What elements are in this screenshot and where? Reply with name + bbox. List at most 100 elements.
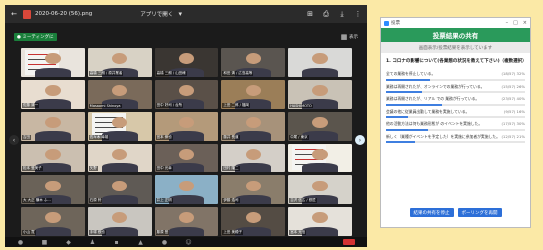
- previous-page-icon[interactable]: ‹: [9, 135, 19, 145]
- security-icon[interactable]: ◆: [65, 239, 72, 246]
- participant-tile[interactable]: [288, 143, 352, 173]
- meeting-info-bar: ● ミーティングに ▦ 表示: [14, 32, 358, 42]
- participant-name: 和田 清 / 広島高等: [222, 70, 254, 76]
- participant-tile[interactable]: 田中 好司 / 台所: [154, 79, 219, 109]
- participant-tile[interactable]: 宮本 伸也: [154, 111, 219, 141]
- minimize-icon[interactable]: –: [506, 20, 509, 26]
- participant-video: [112, 85, 128, 96]
- back-arrow-icon[interactable]: ←: [9, 9, 19, 19]
- participant-tile[interactable]: 大 大正 横木 ふ...: [21, 175, 85, 205]
- participant-video: [245, 116, 261, 128]
- participant-tile[interactable]: 佐々木 幸雄: [87, 111, 152, 141]
- participant-tile[interactable]: 小山 寛: [21, 207, 85, 236]
- participant-video: [112, 53, 128, 65]
- video-icon[interactable]: ■: [41, 239, 48, 246]
- participant-tile[interactable]: 吉田: [21, 111, 85, 141]
- participant-tile[interactable]: 藤原 登: [154, 207, 219, 236]
- participant-tile[interactable]: 中尾 / 東京: [288, 111, 352, 141]
- open-with-app-button[interactable]: アプリで開く ▾: [140, 9, 185, 19]
- view-label[interactable]: 表示: [349, 34, 358, 40]
- meeting-status-pill[interactable]: ● ミーティングに: [14, 33, 57, 41]
- poll-option-percent: (12/57) 21%: [501, 133, 525, 139]
- poll-option-percent: (9/57) 16%: [503, 108, 525, 114]
- poll-option-label: 業務は再開されたが、オンラインでの業務が行っている。: [386, 83, 485, 89]
- poll-titlebar: 投票 – □ ×: [381, 18, 530, 28]
- participant-name: 田中 好司 / 台所: [155, 102, 184, 108]
- participant-tile[interactable]: 高橋 三朗 / 山田様: [154, 48, 219, 77]
- add-comment-icon[interactable]: ⊞: [305, 9, 315, 19]
- poll-option-bar: [386, 141, 525, 144]
- participant-video: [35, 99, 71, 109]
- participant-tile[interactable]: HASHIMOTO: [288, 79, 352, 109]
- close-icon[interactable]: ×: [523, 20, 527, 26]
- participant-tile[interactable]: [21, 48, 85, 77]
- participant-name: 吉沢 信広 / 鉄匠: [289, 198, 317, 204]
- record-icon[interactable]: ●: [161, 239, 168, 246]
- poll-actions: 結果の共有を停止 ポーリングを再開: [381, 208, 530, 217]
- viewer-toolbar: ← 2020-06-20 (56).png アプリで開く ▾ ⊞ ⎙ ⤓ ⋮: [5, 5, 367, 23]
- participant-name: 宮本 伸也: [155, 134, 173, 140]
- download-icon[interactable]: ⤓: [337, 9, 347, 19]
- poll-option: 会議の他に従業員出勤して業務を実施している。 (9/57) 16%: [381, 106, 530, 119]
- participant-video: [45, 85, 61, 96]
- participant-video: [45, 180, 61, 192]
- meeting-controls: ● ■ ◆ ♟ ▪ ▲ ● ☺: [5, 237, 367, 247]
- participant-tile[interactable]: 手塚 鉄也: [87, 207, 152, 236]
- print-icon[interactable]: ⎙: [321, 9, 331, 19]
- poll-option-percent: (15/57) 26%: [501, 83, 525, 89]
- end-meeting-button[interactable]: [343, 239, 355, 245]
- participant-tile[interactable]: 上田 二郎 / 福岡: [221, 79, 286, 109]
- participant-name: 高橋 三朗 / 原井業者: [88, 70, 124, 76]
- participant-video: [312, 85, 328, 96]
- repoll-button[interactable]: ポーリングを再開: [457, 208, 502, 217]
- participant-name: 田中 光幸: [155, 166, 173, 172]
- stop-sharing-results-button[interactable]: 結果の共有を停止: [409, 208, 454, 217]
- participant-tile[interactable]: 伊藤 浩司: [221, 175, 286, 205]
- participant-video: [245, 148, 261, 160]
- zoom-logo-icon: [384, 20, 389, 26]
- participant-tile[interactable]: Masaomi Shinoya: [87, 79, 152, 109]
- next-page-icon[interactable]: ›: [355, 135, 365, 145]
- image-file-icon: [23, 9, 31, 19]
- participant-video: [178, 212, 195, 224]
- participant-video: [168, 163, 205, 173]
- grid-view-icon[interactable]: ▦: [339, 32, 349, 42]
- participant-tile[interactable]: 矢野: [87, 143, 152, 173]
- poll-option-percent: (18/57) 32%: [501, 71, 525, 77]
- participant-tile[interactable]: 和田 清 / 広島高等: [221, 48, 286, 77]
- participant-tile[interactable]: 石原 鈴: [87, 175, 152, 205]
- participant-tile[interactable]: 吉沢 信広 / 鉄匠: [288, 175, 352, 205]
- participant-tile[interactable]: [288, 48, 352, 77]
- participant-tile[interactable]: 田村 隆二: [221, 143, 286, 173]
- participants-icon[interactable]: ♟: [89, 239, 96, 246]
- participant-name: 佐々木 幸雄: [88, 134, 110, 140]
- maximize-icon[interactable]: □: [513, 20, 518, 26]
- participant-tile[interactable]: 高橋 三朗 / 原井業者: [87, 48, 152, 77]
- participant-tile[interactable]: 松本 登美子: [21, 143, 85, 173]
- more-options-icon[interactable]: ⋮: [353, 9, 363, 19]
- participant-tile[interactable]: 藤井 長道: [221, 111, 286, 141]
- chat-icon[interactable]: ▪: [113, 239, 120, 246]
- participant-video: [112, 180, 128, 192]
- participant-tile[interactable]: 佐藤 清一: [21, 79, 85, 109]
- participant-name: 井上 正明: [155, 198, 173, 204]
- poll-option-label: 会議の他に従業員出勤して業務を実施している。: [386, 108, 470, 114]
- participant-tile[interactable]: 宮本 光信: [288, 207, 352, 236]
- participant-video: [245, 53, 261, 65]
- participant-tile[interactable]: 田中 光幸: [154, 143, 219, 173]
- microphone-icon[interactable]: ●: [17, 239, 24, 246]
- share-screen-icon[interactable]: ▲: [137, 239, 144, 246]
- participant-video: [245, 212, 261, 224]
- participant-tile[interactable]: 上田 美穂子: [221, 207, 286, 236]
- participant-video: [45, 116, 61, 128]
- participant-name: 小山 寛: [22, 230, 36, 235]
- participant-name: HASHIMOTO: [289, 103, 313, 108]
- reactions-icon[interactable]: ☺: [185, 239, 192, 246]
- participant-video: [178, 85, 195, 96]
- poll-option-percent: (17/57) 30%: [501, 121, 525, 127]
- participant-video: [178, 148, 195, 160]
- open-app-label: アプリで開く: [140, 12, 174, 18]
- participant-video: [112, 116, 128, 128]
- poll-subheader: 画面表示/投票結果を表示しています: [381, 42, 530, 53]
- participant-tile[interactable]: 井上 正明: [154, 175, 219, 205]
